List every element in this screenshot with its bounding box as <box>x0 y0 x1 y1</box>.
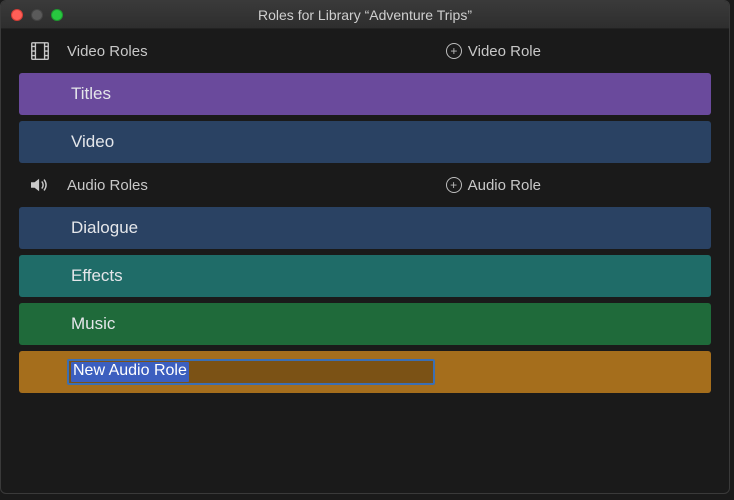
zoom-window-button[interactable] <box>51 9 63 21</box>
roles-editor-window: Roles for Library “Adventure Trips” Vide… <box>0 0 730 494</box>
audio-roles-header: Audio Roles Audio Role <box>1 163 729 207</box>
plus-icon <box>446 177 462 193</box>
role-row-effects[interactable]: Effects <box>19 255 711 297</box>
add-video-role-button[interactable]: Video Role <box>446 43 541 60</box>
role-row-new-audio-role[interactable]: New Audio Role <box>19 351 711 393</box>
role-name-edit-wrap: New Audio Role <box>67 359 435 385</box>
role-label: Music <box>71 314 115 334</box>
video-roles-header: Video Roles Video Role <box>1 29 729 73</box>
role-row-music[interactable]: Music <box>19 303 711 345</box>
add-audio-role-label: Audio Role <box>468 177 541 194</box>
role-label: Video <box>71 132 114 152</box>
role-row-video[interactable]: Video <box>19 121 711 163</box>
plus-icon <box>446 43 462 59</box>
video-roles-list: Titles Video <box>1 73 729 163</box>
add-audio-role-button[interactable]: Audio Role <box>446 177 541 194</box>
role-label: Effects <box>71 266 123 286</box>
role-label: Titles <box>71 84 111 104</box>
role-row-titles[interactable]: Titles <box>19 73 711 115</box>
speaker-icon <box>29 176 53 194</box>
minimize-window-button[interactable] <box>31 9 43 21</box>
titlebar[interactable]: Roles for Library “Adventure Trips” <box>1 1 729 29</box>
film-icon <box>29 40 53 62</box>
role-name-input[interactable] <box>67 359 435 385</box>
window-controls <box>1 9 63 21</box>
audio-roles-label: Audio Roles <box>67 177 148 194</box>
add-video-role-label: Video Role <box>468 43 541 60</box>
role-label: Dialogue <box>71 218 138 238</box>
audio-roles-list: Dialogue Effects Music New Audio Role <box>1 207 729 393</box>
role-row-dialogue[interactable]: Dialogue <box>19 207 711 249</box>
close-window-button[interactable] <box>11 9 23 21</box>
window-title: Roles for Library “Adventure Trips” <box>1 7 729 23</box>
video-roles-label: Video Roles <box>67 43 148 60</box>
